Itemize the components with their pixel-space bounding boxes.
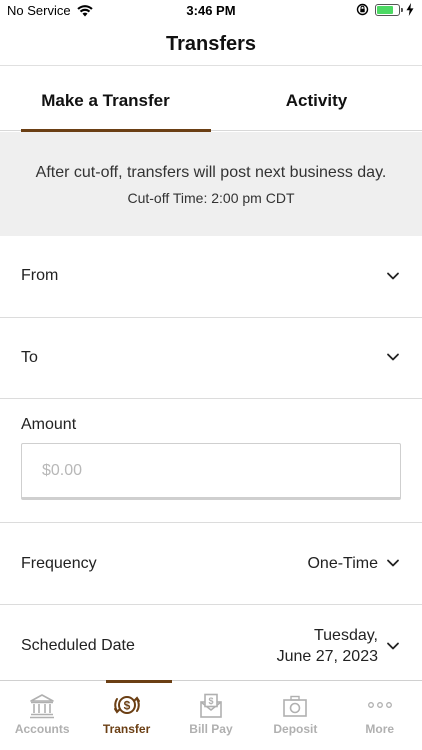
nav-deposit[interactable]: Deposit — [253, 681, 337, 750]
page-title: Transfers — [165, 33, 257, 55]
amount-input[interactable] — [21, 443, 401, 500]
battery-icon — [375, 3, 403, 16]
nav-bill-pay-label: Bill Pay — [189, 722, 233, 736]
bank-icon — [30, 694, 55, 719]
tab-bar: Make a Transfer Activity — [0, 66, 422, 132]
bottom-tab-bar: Accounts $ Transfer $ Bill Pay Deposit M… — [0, 680, 422, 750]
nav-accounts[interactable]: Accounts — [0, 681, 84, 750]
to-label: To — [21, 349, 38, 366]
camera-deposit-icon — [283, 695, 308, 717]
cutoff-notice-text: After cut-off, transfers will post next … — [35, 164, 387, 181]
scheduled-date-day: Tuesday, — [313, 627, 378, 644]
amount-label: Amount — [21, 416, 77, 433]
nav-more[interactable]: More — [338, 681, 422, 750]
scheduled-date-value: June 27, 2023 — [276, 648, 378, 665]
from-label: From — [21, 267, 59, 284]
svg-text:$: $ — [123, 699, 130, 713]
svg-text:$: $ — [208, 696, 213, 706]
frequency-value: One-Time — [307, 555, 378, 572]
chevron-down-icon — [387, 272, 399, 280]
transfer-dollar-icon: $ — [113, 696, 140, 714]
status-right — [356, 3, 414, 16]
bill-pay-icon: $ — [200, 693, 222, 718]
nav-transfer[interactable]: $ Transfer — [84, 680, 173, 750]
nav-accounts-label: Accounts — [14, 722, 70, 736]
tab-activity[interactable]: Activity — [211, 66, 422, 131]
frequency-label: Frequency — [21, 555, 97, 572]
cutoff-time-text: Cut-off Time: 2:00 pm CDT — [127, 190, 295, 206]
orientation-lock-icon — [356, 3, 369, 16]
chevron-down-icon — [387, 353, 399, 361]
tab-make-a-transfer[interactable]: Make a Transfer — [0, 66, 211, 132]
to-account-select[interactable]: To — [0, 318, 422, 399]
status-bar: No Service 3:46 PM — [0, 0, 422, 22]
amount-row: Amount — [0, 399, 422, 523]
battery-fill — [377, 5, 393, 14]
cutoff-notice: After cut-off, transfers will post next … — [0, 132, 422, 236]
header: Transfers — [0, 22, 422, 66]
from-account-select[interactable]: From — [0, 236, 422, 318]
nav-deposit-label: Deposit — [273, 722, 318, 736]
nav-more-label: More — [365, 722, 395, 736]
frequency-select[interactable]: Frequency One-Time — [0, 523, 422, 605]
chevron-down-icon — [387, 642, 399, 650]
scheduled-date-label: Scheduled Date — [21, 637, 135, 654]
scheduled-date-select[interactable]: Scheduled Date Tuesday, June 27, 2023 — [0, 605, 422, 680]
nav-bill-pay[interactable]: $ Bill Pay — [169, 681, 253, 750]
charging-bolt-icon — [406, 3, 414, 16]
nav-transfer-label: Transfer — [102, 722, 151, 736]
more-dots-icon — [367, 702, 392, 708]
chevron-down-icon — [387, 559, 399, 567]
